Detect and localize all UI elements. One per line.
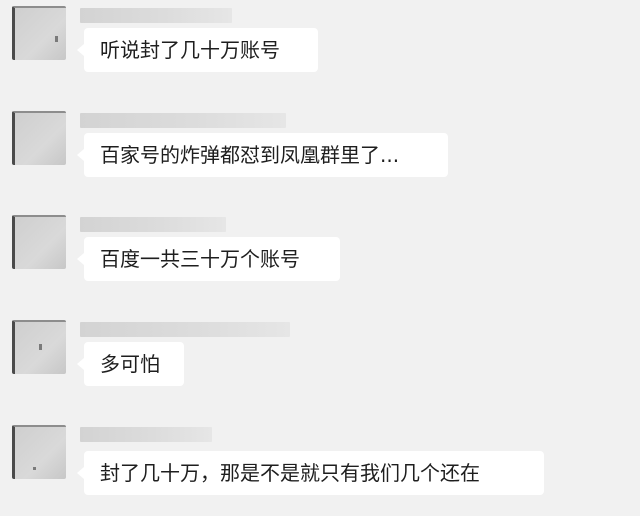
sender-name-redacted [80,322,290,337]
sender-name-redacted [80,113,286,128]
message-bubble[interactable]: 百家号的炸弹都怼到凤凰群里了... [77,133,448,177]
message-bubble[interactable]: 听说封了几十万账号 [77,28,318,72]
message-bubble[interactable]: 多可怕 [77,342,184,386]
message-text: 多可怕 [100,352,160,376]
message-bubble[interactable]: 封了几十万，那是不是就只有我们几个还在 [77,451,544,495]
avatar[interactable] [12,215,66,269]
sender-name-redacted [80,217,226,232]
avatar-mark-icon [39,344,42,350]
message-text: 封了几十万，那是不是就只有我们几个还在 [100,461,480,485]
avatar[interactable] [12,425,66,479]
avatar[interactable] [12,6,66,60]
message-text: 百度一共三十万个账号 [100,247,300,271]
avatar[interactable] [12,320,66,374]
message-text: 百家号的炸弹都怼到凤凰群里了... [100,143,400,167]
sender-name-redacted [80,8,232,23]
message-bubble[interactable]: 百度一共三十万个账号 [77,237,340,281]
avatar[interactable] [12,111,66,165]
sender-name-redacted [80,427,212,442]
avatar-mark-icon [55,36,58,42]
avatar-mark-icon [33,467,36,470]
message-text: 听说封了几十万账号 [100,38,280,62]
